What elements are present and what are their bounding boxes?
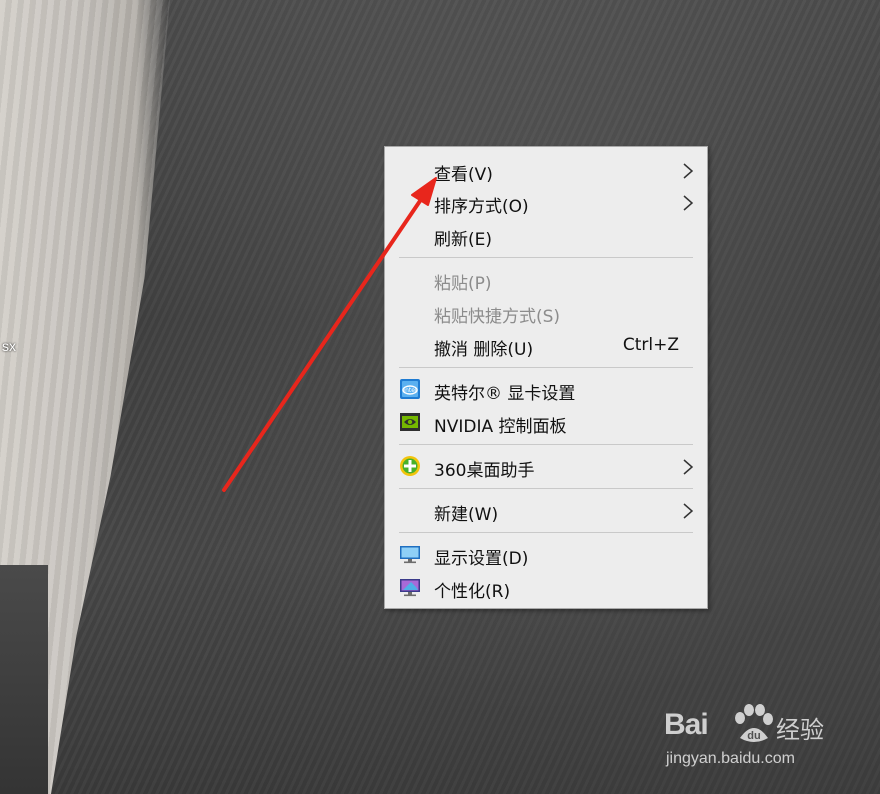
menu-item-label: 撤消 删除(U) [434,340,534,360]
chevron-right-icon [683,503,694,519]
watermark-url: jingyan.baidu.com [666,750,795,767]
360-assistant-icon [400,456,420,476]
menu-item-label: 个性化(R) [434,582,511,602]
menu-item-label: 新建(W) [434,505,499,525]
menu-item-360-desktop-assistant[interactable]: 360桌面助手 [385,450,707,482]
display-settings-icon [400,546,420,564]
personalize-icon [400,579,420,597]
menu-item-display-settings[interactable]: 显示设置(D) [385,538,707,570]
menu-item-view[interactable]: 查看(V) [385,154,707,186]
menu-item-label: NVIDIA 控制面板 [434,417,567,437]
svg-text:intel: intel [403,387,417,394]
menu-item-new[interactable]: 新建(W) [385,494,707,526]
menu-separator [399,367,693,368]
menu-item-intel-graphics[interactable]: intel 英特尔® 显卡设置 [385,373,707,405]
menu-separator [399,488,693,489]
intel-graphics-icon: intel [400,379,420,399]
menu-separator [399,532,693,533]
chevron-right-icon [683,459,694,475]
desktop-context-menu: 查看(V) 排序方式(O) 刷新(E) 粘贴(P) 粘贴快捷方式(S) 撤消 删… [384,146,708,609]
menu-item-label: 显示设置(D) [434,549,529,569]
desktop-icon-label[interactable]: sx [2,338,16,354]
menu-separator [399,444,693,445]
menu-item-shortcut: Ctrl+Z [622,335,679,355]
menu-item-sort-by[interactable]: 排序方式(O) [385,186,707,218]
menu-item-label: 刷新(E) [434,230,493,250]
menu-item-paste[interactable]: 粘贴(P) [385,263,707,295]
menu-item-label: 粘贴快捷方式(S) [434,307,561,327]
baidu-jingyan-watermark: Bai du 经验 jingyan.baidu.com [664,702,834,772]
svg-text:du: du [747,730,760,742]
baidu-paw-icon: du [735,704,773,742]
menu-item-undo-delete[interactable]: 撤消 删除(U) Ctrl+Z [385,329,707,361]
menu-item-refresh[interactable]: 刷新(E) [385,219,707,251]
wallpaper-rock [0,565,48,794]
watermark-cn: 经验 [776,716,824,744]
menu-item-label: 360桌面助手 [434,461,535,481]
menu-item-nvidia-control-panel[interactable]: NVIDIA 控制面板 [385,406,707,438]
watermark-brand: Bai [664,708,709,741]
menu-item-label: 粘贴(P) [434,274,492,294]
chevron-right-icon [683,195,694,211]
menu-item-personalize[interactable]: 个性化(R) [385,571,707,603]
chevron-right-icon [683,163,694,179]
menu-item-label: 英特尔® 显卡设置 [434,384,576,404]
menu-item-paste-shortcut[interactable]: 粘贴快捷方式(S) [385,296,707,328]
menu-item-label: 排序方式(O) [434,197,529,217]
menu-separator [399,257,693,258]
menu-item-label: 查看(V) [434,165,493,185]
nvidia-icon [400,413,420,431]
